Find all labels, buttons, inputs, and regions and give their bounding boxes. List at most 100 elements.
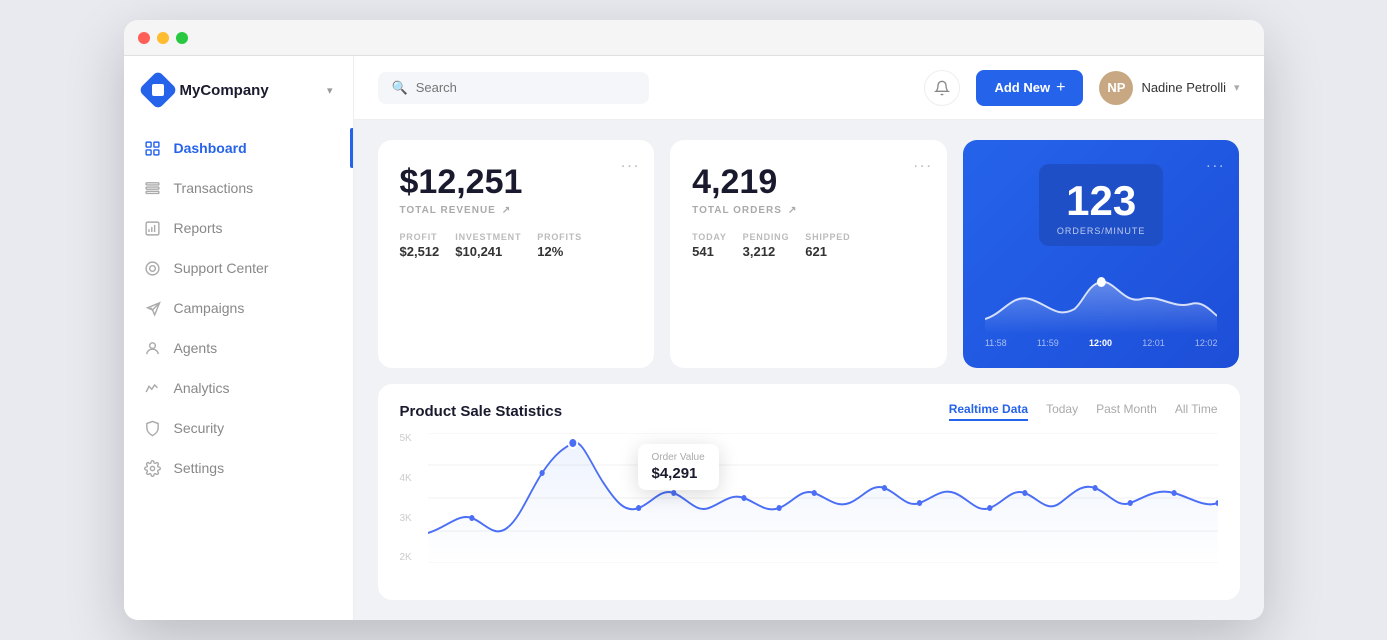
close-button[interactable] (138, 32, 150, 44)
search-icon: 🔍 (392, 80, 408, 96)
tooltip-label: Order Value (652, 452, 705, 463)
time-label-active: 12:00 (1089, 338, 1112, 348)
add-new-label: Add New (994, 80, 1050, 95)
brand[interactable]: MyCompany ▾ (124, 76, 353, 128)
sidebar-item-label: Transactions (174, 180, 254, 196)
search-input[interactable] (416, 80, 635, 95)
settings-icon (144, 459, 162, 477)
time-label: 12:01 (1142, 338, 1165, 348)
revenue-sub-row: PROFIT $2,512 INVESTMENT $10,241 PROFITS… (400, 232, 633, 259)
orders-card-menu[interactable]: ... (913, 154, 932, 172)
realtime-card-menu[interactable]: ... (1206, 154, 1225, 172)
sidebar-item-security[interactable]: Security (124, 408, 353, 448)
mini-realtime-chart (985, 264, 1218, 334)
pending-value: 3,212 (743, 244, 790, 259)
sidebar-item-transactions[interactable]: Transactions (124, 168, 353, 208)
sidebar: MyCompany ▾ Dashboard (124, 56, 354, 620)
tab-past-month[interactable]: Past Month (1096, 402, 1157, 421)
revenue-card-menu[interactable]: ... (621, 154, 640, 172)
pending-label: PENDING (743, 232, 790, 242)
chart-header: Product Sale Statistics Realtime Data To… (400, 402, 1218, 421)
orders-label: TOTAL ORDERS ↗ (692, 205, 925, 216)
sidebar-item-reports[interactable]: Reports (124, 208, 353, 248)
analytics-icon (144, 379, 162, 397)
sidebar-nav: Dashboard Transactions (124, 128, 353, 488)
chart-y-labels: 5K 4K 3K 2K (400, 433, 412, 563)
reports-icon (144, 219, 162, 237)
notification-button[interactable] (924, 70, 960, 106)
search-box[interactable]: 🔍 (378, 72, 649, 104)
sidebar-item-label: Support Center (174, 260, 269, 276)
maximize-button[interactable] (176, 32, 188, 44)
sidebar-item-support[interactable]: Support Center (124, 248, 353, 288)
orders-sub-row: TODAY 541 PENDING 3,212 SHIPPED 621 (692, 232, 925, 259)
realtime-card: ... 123 ORDERS/MINUTE (963, 140, 1240, 368)
orders-card: ... 4,219 TOTAL ORDERS ↗ TODAY 541 (670, 140, 947, 368)
chart-title: Product Sale Statistics (400, 403, 563, 420)
y-label: 4K (400, 473, 412, 484)
security-icon (144, 419, 162, 437)
tab-realtime[interactable]: Realtime Data (949, 402, 1028, 421)
investment-label: INVESTMENT (455, 232, 521, 242)
orders-per-min-value: 123 (1057, 178, 1146, 224)
time-label: 11:59 (1037, 338, 1059, 348)
content: ... $12,251 TOTAL REVENUE ↗ PROFIT $2,51… (354, 120, 1264, 620)
campaigns-icon (144, 299, 162, 317)
user-name: Nadine Petrolli (1141, 80, 1226, 95)
sidebar-item-campaigns[interactable]: Campaigns (124, 288, 353, 328)
sidebar-item-label: Settings (174, 460, 225, 476)
plus-icon: + (1056, 79, 1065, 97)
shipped-value: 621 (805, 244, 850, 259)
profit-value: $2,512 (400, 244, 440, 259)
profits-pct-value: 12% (537, 244, 582, 259)
profits-pct-label: PROFITS (537, 232, 582, 242)
revenue-card: ... $12,251 TOTAL REVENUE ↗ PROFIT $2,51… (378, 140, 655, 368)
tooltip-value: $4,291 (652, 465, 705, 482)
support-icon (144, 259, 162, 277)
main-area: 🔍 Add New + NP Nadine Petrolli (354, 56, 1264, 620)
avatar: NP (1099, 71, 1133, 105)
sidebar-item-agents[interactable]: Agents (124, 328, 353, 368)
shipped-label: SHIPPED (805, 232, 850, 242)
revenue-label: TOTAL REVENUE ↗ (400, 205, 633, 216)
external-link-icon: ↗ (788, 205, 797, 216)
y-label: 3K (400, 513, 412, 524)
dashboard-icon (144, 139, 162, 157)
sidebar-item-analytics[interactable]: Analytics (124, 368, 353, 408)
time-label: 11:58 (985, 338, 1007, 348)
sidebar-item-label: Agents (174, 340, 218, 356)
user-menu[interactable]: NP Nadine Petrolli ▾ (1099, 71, 1239, 105)
profits-pct-item: PROFITS 12% (537, 232, 582, 259)
sidebar-item-settings[interactable]: Settings (124, 448, 353, 488)
orders-value: 4,219 (692, 164, 925, 201)
brand-chevron-icon: ▾ (327, 84, 333, 97)
time-label: 12:02 (1195, 338, 1218, 348)
shipped-item: SHIPPED 621 (805, 232, 850, 259)
add-new-button[interactable]: Add New + (976, 70, 1083, 106)
sidebar-item-label: Dashboard (174, 140, 247, 156)
user-chevron-icon: ▾ (1234, 81, 1240, 94)
chart-section: Product Sale Statistics Realtime Data To… (378, 384, 1240, 600)
sidebar-item-label: Analytics (174, 380, 230, 396)
sidebar-item-dashboard[interactable]: Dashboard (124, 128, 353, 168)
today-label: TODAY (692, 232, 727, 242)
chart-tooltip: Order Value $4,291 (638, 444, 719, 490)
pending-item: PENDING 3,212 (743, 232, 790, 259)
profit-label: PROFIT (400, 232, 440, 242)
tab-today[interactable]: Today (1046, 402, 1078, 421)
y-label: 2K (400, 552, 412, 563)
investment-value: $10,241 (455, 244, 521, 259)
brand-name: MyCompany (180, 82, 269, 99)
chart-container: 5K 4K 3K 2K (400, 433, 1218, 563)
transactions-icon (144, 179, 162, 197)
orders-badge: 123 ORDERS/MINUTE (1039, 164, 1164, 246)
chart-time-labels: 11:58 11:59 12:00 12:01 12:02 (985, 338, 1218, 348)
minimize-button[interactable] (157, 32, 169, 44)
sidebar-item-label: Reports (174, 220, 223, 236)
brand-logo (138, 70, 178, 110)
tab-all-time[interactable]: All Time (1175, 402, 1218, 421)
y-label: 5K (400, 433, 412, 444)
external-link-icon: ↗ (502, 205, 511, 216)
header: 🔍 Add New + NP Nadine Petrolli (354, 56, 1264, 120)
revenue-value: $12,251 (400, 164, 633, 201)
